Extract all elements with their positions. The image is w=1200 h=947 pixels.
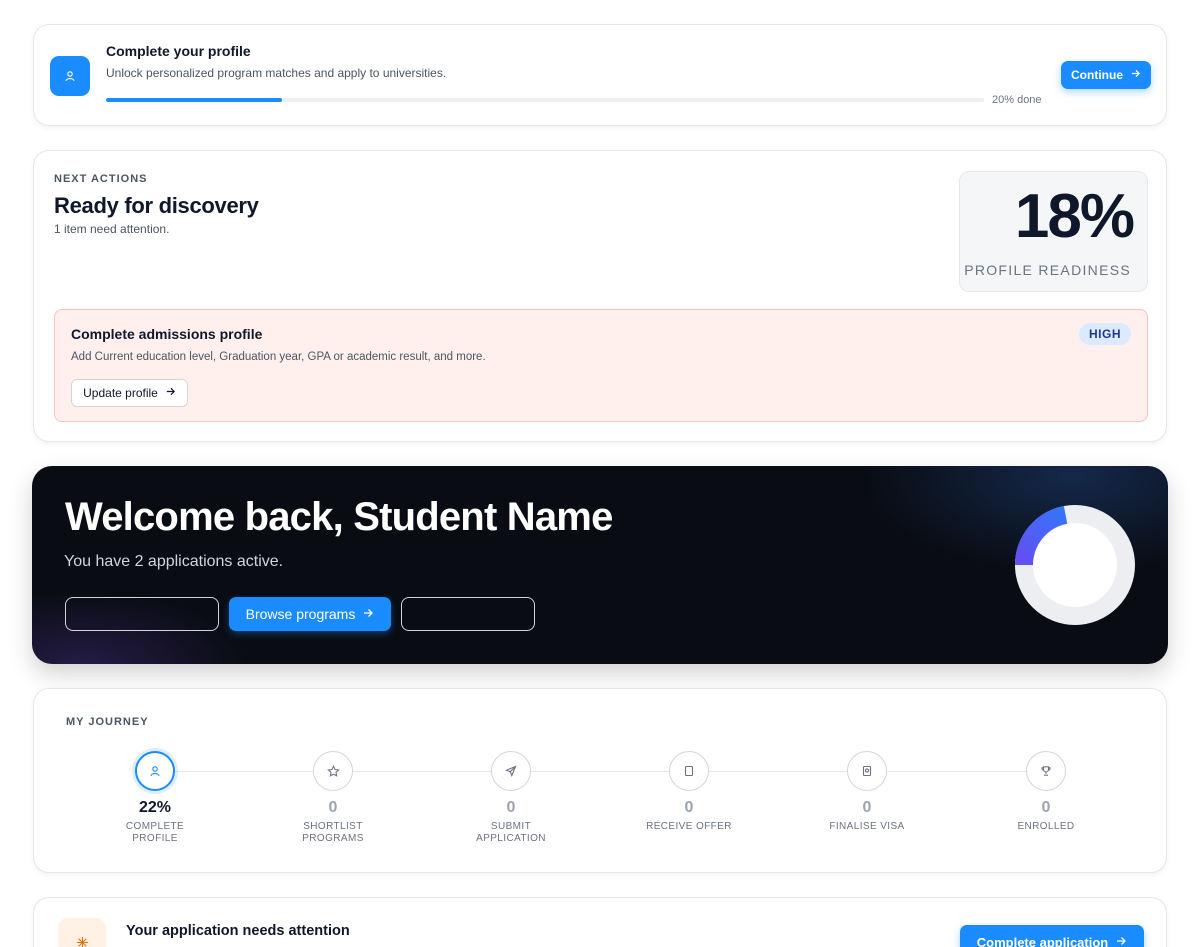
complete-application-button[interactable]: Complete application (960, 925, 1144, 947)
profile-readiness-box: 18% PROFILE READINESS (959, 171, 1148, 292)
next-actions-subtitle: 1 item need attention. (54, 222, 170, 236)
continue-button[interactable]: Continue (1061, 61, 1151, 89)
trophy-icon (1026, 751, 1066, 791)
arrow-right-icon (1130, 68, 1141, 82)
journey-step-receive-offer[interactable]: 0 RECEIVE OFFER (619, 751, 759, 833)
step-label: COMPLETE PROFILE (125, 821, 185, 844)
journey-eyebrow: MY JOURNEY (66, 716, 149, 728)
step-label: ENROLLED (1017, 821, 1075, 832)
application-attention-card: Your application needs attention Complet… (33, 897, 1167, 947)
step-value: 0 (1041, 799, 1051, 816)
alert-title: Complete admissions profile (71, 326, 263, 342)
arrow-right-icon (165, 386, 176, 400)
journey-step-shortlist-programs[interactable]: 0 SHORTLIST PROGRAMS (263, 751, 403, 845)
step-label: SUBMIT APPLICATION (476, 821, 546, 844)
browse-programs-label: Browse programs (245, 606, 356, 622)
document-icon (669, 751, 709, 791)
sparkle-icon (58, 918, 106, 947)
priority-badge: HIGH (1079, 323, 1131, 345)
step-label: RECEIVE OFFER (646, 821, 732, 832)
profile-card-title: Complete your profile (106, 43, 251, 59)
journey-step-complete-profile[interactable]: 22% COMPLETE PROFILE (85, 751, 225, 845)
journey-step-submit-application[interactable]: 0 SUBMIT APPLICATION (441, 751, 581, 845)
journey-step-finalise-visa[interactable]: 0 FINALISE VISA (797, 751, 937, 833)
passport-icon (847, 751, 887, 791)
update-profile-button[interactable]: Update profile (71, 379, 188, 407)
complete-application-label: Complete application (976, 934, 1109, 947)
welcome-subtitle: You have 2 applications active. (64, 553, 284, 570)
profile-readiness-label: PROFILE READINESS (964, 262, 1131, 278)
alert-description: Add Current education level, Graduation … (71, 351, 486, 363)
update-profile-label: Update profile (83, 386, 158, 400)
continue-button-label: Continue (1071, 68, 1123, 82)
hero-tertiary-button[interactable] (401, 597, 535, 631)
profile-progress-label: 20% done (992, 94, 1042, 106)
star-icon (313, 751, 353, 791)
welcome-hero: Welcome back, Student Name You have 2 ap… (32, 466, 1168, 664)
step-label: FINALISE VISA (829, 821, 905, 832)
hero-secondary-button[interactable] (65, 597, 219, 631)
journey-step-enrolled[interactable]: 0 ENROLLED (976, 751, 1116, 833)
profile-card-subtitle: Unlock personalized program matches and … (106, 66, 447, 80)
my-journey-card: MY JOURNEY 22% COMPLETE PROFILE 0 SHORTL… (33, 688, 1167, 873)
user-icon (135, 751, 175, 791)
welcome-title: Welcome back, Student Name (65, 495, 613, 539)
step-value: 22% (138, 799, 172, 816)
arrow-right-icon (1115, 935, 1127, 947)
step-value: 0 (684, 799, 694, 816)
step-value: 0 (862, 799, 872, 816)
profile-completion-card: Complete your profile Unlock personalize… (33, 24, 1167, 126)
next-actions-title: Ready for discovery (54, 193, 259, 218)
step-value: 0 (328, 799, 338, 816)
send-icon (491, 751, 531, 791)
arrow-right-icon (362, 606, 374, 622)
admissions-profile-alert: Complete admissions profile Add Current … (54, 309, 1148, 422)
profile-readiness-value: 18% (1014, 182, 1135, 251)
next-actions-eyebrow: NEXT ACTIONS (54, 173, 148, 185)
browse-programs-button[interactable]: Browse programs (229, 597, 391, 631)
profile-progress-fill (106, 98, 282, 102)
step-label: SHORTLIST PROGRAMS (302, 821, 364, 844)
progress-ring (1015, 505, 1135, 625)
profile-progress-bar (106, 98, 984, 102)
attention-title: Your application needs attention (126, 923, 350, 939)
user-icon (50, 56, 90, 96)
next-actions-card: NEXT ACTIONS Ready for discovery 1 item … (33, 150, 1167, 442)
step-value: 0 (506, 799, 516, 816)
